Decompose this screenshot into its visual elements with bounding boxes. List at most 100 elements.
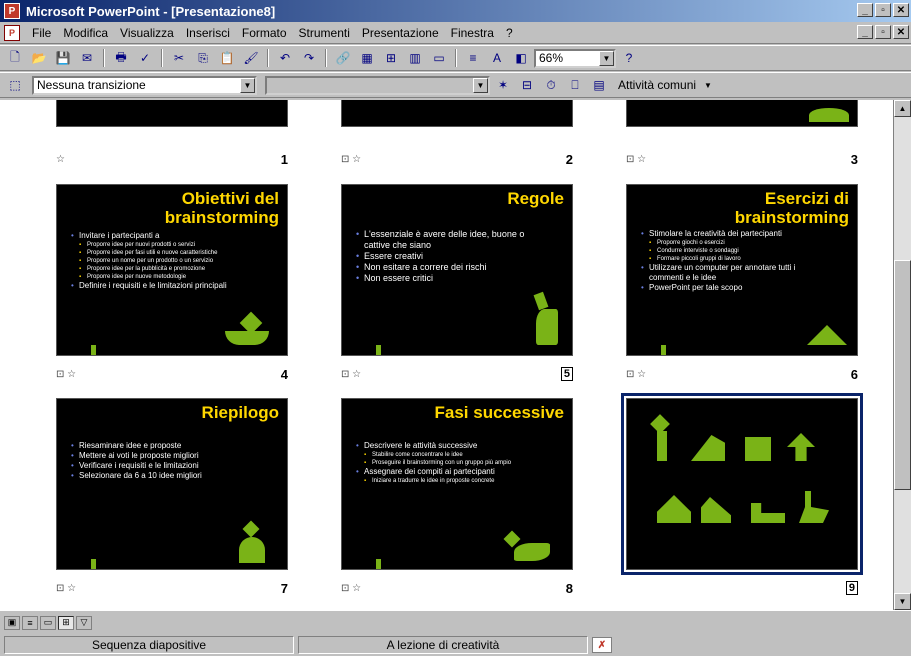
help-icon[interactable]: ? [618, 48, 640, 68]
transition-icon[interactable]: ⊡ ☆ [56, 369, 76, 380]
sub-bullet: Proporre giochi o esercizi [641, 239, 811, 247]
slide-view-icon[interactable]: ▭ [40, 615, 56, 630]
transition-icon[interactable]: ☆ [56, 154, 65, 165]
slide-thumbnail-4[interactable]: Obiettivi del brainstorming Invitare i p… [56, 184, 288, 356]
hide-slide-icon[interactable]: ⊟ [516, 75, 538, 95]
menu-presentazione[interactable]: Presentazione [356, 26, 445, 40]
menu-file[interactable]: File [26, 26, 57, 40]
bullet: Essere creativi [356, 251, 526, 262]
spelling-status-icon[interactable]: ✗ [592, 637, 612, 653]
redo-icon[interactable]: ↷ [298, 48, 320, 68]
sub-bullet: Proporre idee per nuovi prodotti o servi… [71, 241, 241, 249]
powerpoint-app-icon[interactable]: P [4, 3, 20, 19]
new-slide-icon[interactable]: ▭ [428, 48, 450, 68]
menu-strumenti[interactable]: Strumenti [293, 26, 356, 40]
document-icon[interactable]: P [4, 24, 20, 41]
slide-thumbnail-6[interactable]: Esercizi di brainstorming Stimolare la c… [626, 184, 858, 356]
chart-icon[interactable]: ▥ [404, 48, 426, 68]
slide-show-icon[interactable]: ⬚ [4, 75, 26, 95]
copy-icon[interactable]: ⎘ [192, 48, 214, 68]
doc-minimize-button[interactable]: _ [857, 25, 873, 39]
open-icon[interactable]: 📂 [28, 48, 50, 68]
separator [161, 49, 163, 67]
menu-inserisci[interactable]: Inserisci [180, 26, 236, 40]
zoom-select[interactable]: 66% ▼ [534, 48, 616, 68]
expand-all-icon[interactable]: ≡ [462, 48, 484, 68]
transition-icon[interactable]: ⊡ ☆ [341, 154, 361, 165]
email-icon[interactable]: ✉ [76, 48, 98, 68]
slide-thumbnail-8[interactable]: Fasi successive Descrivere le attività s… [341, 398, 573, 570]
minimize-button[interactable]: _ [857, 3, 873, 17]
outline-view-icon[interactable]: ≡ [22, 615, 38, 630]
slide-thumbnail-9[interactable] [621, 393, 863, 575]
maximize-button[interactable]: ▫ [875, 3, 891, 17]
scroll-up-icon[interactable]: ▲ [894, 100, 911, 117]
cut-icon[interactable]: ✂ [168, 48, 190, 68]
slide-sorter-view-icon[interactable]: ⊞ [58, 615, 74, 630]
tangram-figure [242, 520, 260, 538]
slide-title: Esercizi di brainstorming [734, 189, 849, 227]
print-icon[interactable]: 🖶 [110, 48, 132, 68]
menu-help[interactable]: ? [500, 26, 519, 40]
slide-thumbnail-5[interactable]: Regole L'essenziale è avere delle idee, … [341, 184, 573, 356]
chevron-down-icon[interactable]: ▼ [240, 77, 255, 93]
slide-title: Riepilogo [201, 403, 279, 422]
transition-icon[interactable]: ⊡ ☆ [56, 583, 76, 594]
spelling-icon[interactable]: ✓ [134, 48, 156, 68]
tangram-figure [225, 331, 269, 345]
animation-icon[interactable]: ✶ [492, 75, 514, 95]
hyperlink-icon[interactable]: 🔗 [332, 48, 354, 68]
slide-show-view-icon[interactable]: ▽ [76, 615, 92, 630]
slide-number-hidden: 5 [560, 367, 573, 381]
chevron-down-icon[interactable]: ▼ [704, 81, 712, 90]
save-icon[interactable]: 💾 [52, 48, 74, 68]
transition-icon[interactable]: ⊡ ☆ [341, 369, 361, 380]
sub-bullet: Proseguire il brainstorming con un grupp… [356, 459, 526, 467]
transition-icon[interactable]: ⊡ ☆ [626, 154, 646, 165]
chevron-down-icon[interactable]: ▼ [599, 50, 614, 66]
slide-label-row: ⊡ ☆ 8 [341, 579, 573, 597]
menu-formato[interactable]: Formato [236, 26, 293, 40]
close-button[interactable]: ✕ [893, 3, 909, 17]
common-tasks-menu[interactable]: Attività comuni [612, 78, 702, 92]
tables-icon[interactable]: ▦ [356, 48, 378, 68]
view-buttons-bar: ▣ ≡ ▭ ⊞ ▽ [0, 610, 911, 634]
slide-label-row: ⊡ ☆ 2 [341, 150, 573, 168]
doc-restore-button[interactable]: ▫ [875, 25, 891, 39]
paste-icon[interactable]: 📋 [216, 48, 238, 68]
menu-visualizza[interactable]: Visualizza [114, 26, 180, 40]
bullet: Non essere critici [356, 273, 526, 284]
show-formatting-icon[interactable]: A [486, 48, 508, 68]
transition-select[interactable]: Nessuna transizione ▼ [32, 75, 257, 95]
rehearse-timings-icon[interactable]: ⏱ [540, 75, 562, 95]
scrollbar-thumb[interactable] [894, 260, 911, 490]
chevron-down-icon[interactable]: ▼ [473, 77, 488, 93]
slide-thumbnail-7[interactable]: Riepilogo Riesaminare idee e proposte Me… [56, 398, 288, 570]
summary-slide-icon[interactable]: ⎕ [564, 75, 586, 95]
transition-icon[interactable]: ⊡ ☆ [341, 583, 361, 594]
slide-body: Descrivere le attività successive Stabil… [356, 441, 526, 485]
slide-thumbnail-3[interactable] [626, 100, 858, 127]
menu-finestra[interactable]: Finestra [445, 26, 500, 40]
menu-modifica[interactable]: Modifica [57, 26, 114, 40]
transition-icon[interactable]: ⊡ ☆ [626, 369, 646, 380]
slide-label-row: ⊡ ☆ 5 [341, 365, 573, 383]
slide-number-hidden: 9 [845, 581, 858, 595]
effect-select[interactable]: ▼ [265, 75, 490, 95]
slide-thumbnail-1[interactable] [56, 100, 288, 127]
slide-thumbnail-2[interactable] [341, 100, 573, 127]
vertical-scrollbar[interactable]: ▲ ▼ [893, 100, 911, 610]
bullet: PowerPoint per tale scopo [641, 283, 811, 293]
insert-table-icon[interactable]: ⊞ [380, 48, 402, 68]
new-icon[interactable]: 🗋 [4, 48, 26, 68]
scroll-down-icon[interactable]: ▼ [894, 593, 911, 610]
doc-close-button[interactable]: ✕ [893, 25, 909, 39]
normal-view-icon[interactable]: ▣ [4, 615, 20, 630]
slide-sorter-toolbar: ⬚ Nessuna transizione ▼ ▼ ✶ ⊟ ⏱ ⎕ ▤ Atti… [0, 72, 911, 98]
grayscale-icon[interactable]: ◧ [510, 48, 532, 68]
speaker-notes-icon[interactable]: ▤ [588, 75, 610, 95]
status-view: Sequenza diapositive [4, 636, 294, 654]
undo-icon[interactable]: ↶ [274, 48, 296, 68]
slide-marker [91, 559, 96, 569]
format-painter-icon[interactable]: 🖌 [240, 48, 262, 68]
